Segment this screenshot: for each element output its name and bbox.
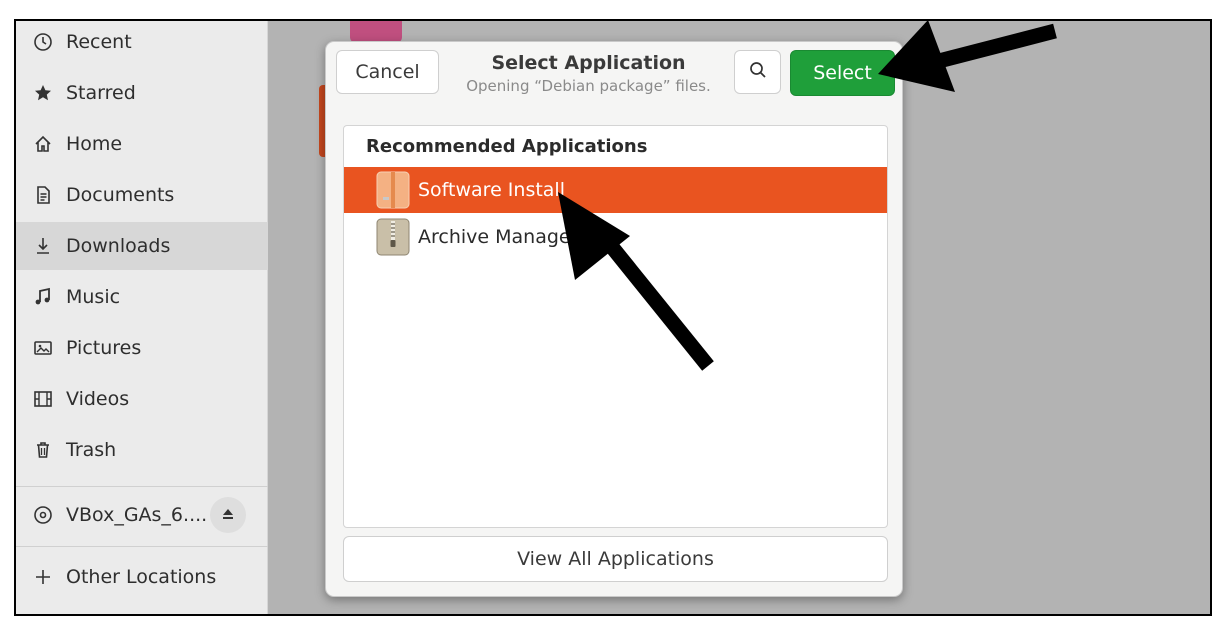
sidebar-item-trash[interactable]: Trash — [16, 426, 268, 474]
sidebar-item-pictures[interactable]: Pictures — [16, 324, 268, 372]
sidebar-item-label: Other Locations — [66, 566, 217, 588]
background-folder-icon — [350, 21, 402, 43]
app-row-software-install[interactable]: Software Install — [344, 167, 887, 213]
download-icon — [32, 235, 54, 257]
app-row-archive-manager[interactable]: Archive Manager — [344, 214, 887, 260]
cancel-button[interactable]: Cancel — [336, 50, 439, 94]
archive-icon — [376, 218, 410, 256]
music-icon — [32, 286, 54, 308]
document-icon — [32, 184, 54, 206]
select-application-dialog: Cancel Select Application Opening “Debia… — [325, 41, 903, 597]
sidebar-item-label: Starred — [66, 82, 136, 104]
dialog-title: Select Application — [491, 52, 686, 74]
sidebar-item-label: Music — [66, 286, 121, 308]
dialog-subtitle: Opening “Debian package” files. — [466, 77, 711, 95]
sidebar-separator — [16, 546, 268, 547]
sidebar-item-music[interactable]: Music — [16, 273, 268, 321]
app-label: Software Install — [418, 179, 565, 201]
search-button[interactable] — [734, 50, 781, 94]
sidebar-item-downloads[interactable]: Downloads — [16, 222, 268, 270]
sidebar-item-label: Pictures — [66, 337, 142, 359]
sidebar-item-videos[interactable]: Videos — [16, 375, 268, 423]
home-icon — [32, 133, 54, 155]
search-icon — [748, 60, 768, 85]
picture-icon — [32, 337, 54, 359]
package-icon — [376, 171, 410, 209]
video-icon — [32, 388, 54, 410]
sidebar-item-label: Videos — [66, 388, 130, 410]
application-list: Recommended Applications Software Instal… — [343, 125, 888, 528]
list-heading: Recommended Applications — [366, 136, 648, 157]
view-all-applications-button[interactable]: View All Applications — [343, 536, 888, 582]
sidebar-item-documents[interactable]: Documents — [16, 171, 268, 219]
plus-icon — [32, 566, 54, 588]
sidebar-item-label: Documents — [66, 184, 175, 206]
sidebar-item-label: Recent — [66, 31, 132, 53]
eject-button[interactable] — [210, 497, 246, 533]
screenshot-frame: Recent Starred Home Documents Downloads — [14, 19, 1212, 616]
sidebar-item-recent[interactable]: Recent — [16, 21, 268, 66]
sidebar-item-home[interactable]: Home — [16, 120, 268, 168]
star-icon — [32, 82, 54, 104]
disc-icon — [32, 504, 54, 526]
sidebar-item-label: Downloads — [66, 235, 171, 257]
trash-icon — [32, 439, 54, 461]
app-label: Archive Manager — [418, 226, 579, 248]
clock-icon — [32, 31, 54, 53]
sidebar-item-label: Home — [66, 133, 123, 155]
sidebar-item-other-locations[interactable]: Other Locations — [16, 553, 268, 601]
select-button[interactable]: Select — [790, 50, 895, 96]
eject-icon — [221, 506, 235, 525]
sidebar-item-starred[interactable]: Starred — [16, 69, 268, 117]
sidebar-separator — [16, 486, 268, 487]
files-sidebar: Recent Starred Home Documents Downloads — [16, 21, 268, 614]
sidebar-item-label: VBox_GAs_6.... — [66, 504, 208, 526]
sidebar-item-label: Trash — [66, 439, 117, 461]
